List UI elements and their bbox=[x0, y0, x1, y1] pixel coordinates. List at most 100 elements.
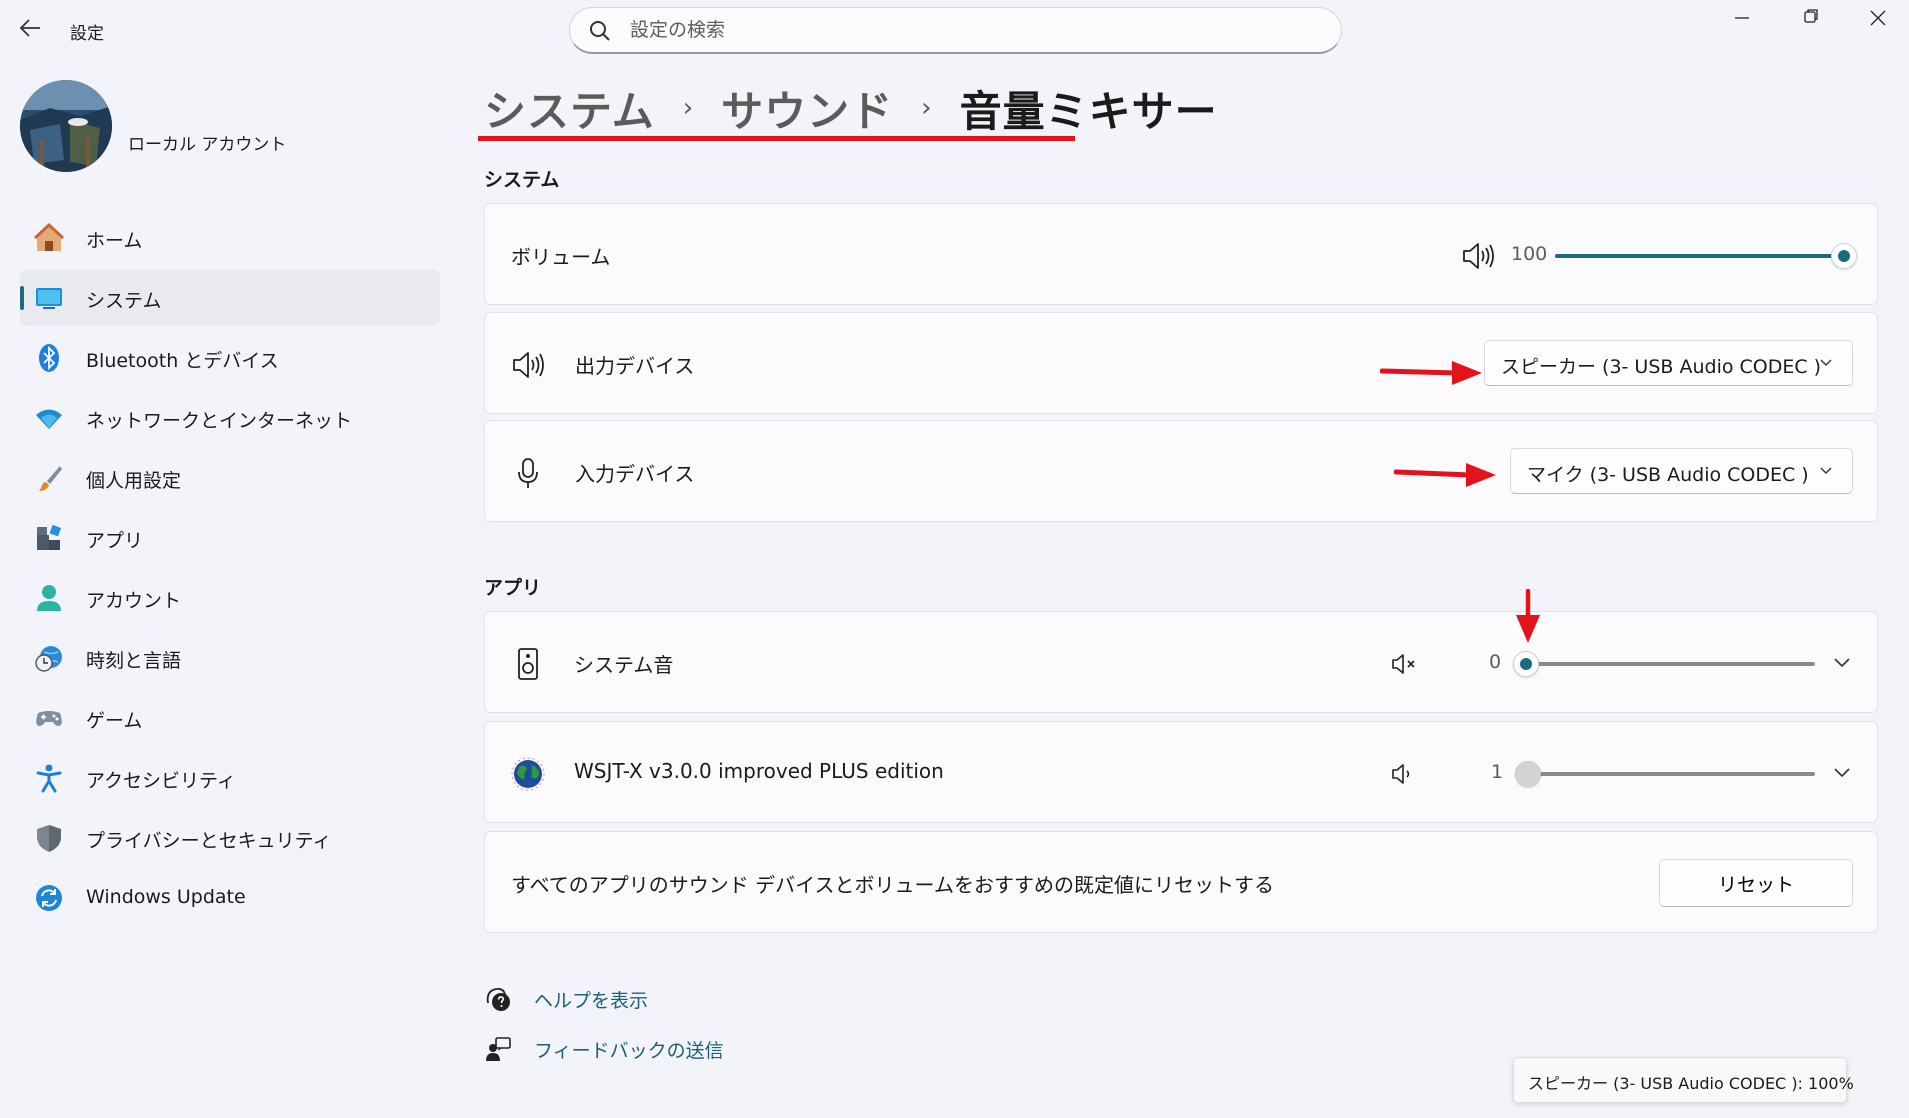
sidebar-item-accessibility[interactable]: アクセシビリティ bbox=[20, 750, 440, 806]
app-title: 設定 bbox=[70, 24, 104, 44]
sidebar-item-gaming[interactable]: ゲーム bbox=[20, 690, 440, 746]
input-device-selected: マイク (3- USB Audio CODEC ) bbox=[1527, 464, 1809, 486]
input-device-label: 入力デバイス bbox=[575, 462, 695, 486]
speaker-low-icon[interactable] bbox=[1391, 762, 1419, 786]
search-input[interactable] bbox=[630, 16, 1310, 44]
accessibility-icon bbox=[36, 764, 62, 793]
home-icon bbox=[34, 223, 64, 251]
sidebar-item-label: ネットワークとインターネット bbox=[86, 410, 353, 432]
volume-slider-thumb[interactable] bbox=[1831, 243, 1857, 269]
update-icon bbox=[36, 885, 62, 911]
help-icon bbox=[486, 987, 510, 1011]
chevron-down-icon bbox=[1820, 467, 1832, 474]
app-volume-value: 0 bbox=[1489, 651, 1502, 673]
avatar[interactable] bbox=[20, 80, 112, 172]
chevron-down-icon bbox=[1820, 359, 1832, 366]
mute-icon[interactable] bbox=[1391, 652, 1419, 676]
breadcrumb-separator: › bbox=[682, 93, 694, 123]
speaker-box-icon bbox=[518, 648, 538, 680]
help-link[interactable]: ヘルプを表示 bbox=[534, 986, 648, 1013]
back-arrow-icon bbox=[19, 19, 40, 37]
bluetooth-icon bbox=[39, 344, 59, 372]
output-device-dropdown[interactable]: スピーカー (3- USB Audio CODEC ) bbox=[1484, 340, 1853, 386]
sidebar-item-privacy[interactable]: プライバシーとセキュリティ bbox=[20, 810, 440, 866]
app-volume-slider-thumb[interactable] bbox=[1513, 651, 1539, 677]
chevron-down-icon[interactable] bbox=[1831, 762, 1853, 784]
search-box[interactable] bbox=[569, 7, 1342, 54]
sidebar-item-label: ゲーム bbox=[86, 710, 143, 732]
reset-description: すべてのアプリのサウンド デバイスとボリュームをおすすめの既定値にリセットする bbox=[511, 873, 1274, 897]
annotation-arrow bbox=[1394, 463, 1496, 487]
reset-card: すべてのアプリのサウンド デバイスとボリュームをおすすめの既定値にリセットする … bbox=[484, 831, 1878, 933]
wifi-icon bbox=[36, 409, 62, 429]
sidebar-item-accounts[interactable]: アカウント bbox=[20, 570, 440, 626]
close-icon bbox=[1870, 10, 1886, 26]
sidebar-item-apps[interactable]: アプリ bbox=[20, 510, 440, 566]
sidebar-nav: ホーム システム Bluetooth とデバイス ネットワークとインターネット … bbox=[20, 210, 440, 930]
sidebar-item-label: プライバシーとセキュリティ bbox=[86, 830, 332, 852]
annotation-underline bbox=[478, 136, 1075, 141]
profile-name: ローカル アカウント bbox=[128, 135, 287, 155]
sidebar-item-home[interactable]: ホーム bbox=[20, 210, 440, 266]
slider-track bbox=[1525, 772, 1815, 776]
app-card-wsjt-x: WSJT-X v3.0.0 improved PLUS edition 1 bbox=[484, 721, 1878, 823]
volume-card: ボリューム 100 bbox=[484, 203, 1878, 305]
sidebar-item-bluetooth[interactable]: Bluetooth とデバイス bbox=[20, 330, 440, 386]
sidebar-item-personalization[interactable]: 個人用設定 bbox=[20, 450, 440, 506]
maximize-button[interactable] bbox=[1778, 0, 1842, 36]
close-button[interactable] bbox=[1846, 0, 1909, 36]
app-volume-value: 1 bbox=[1491, 761, 1504, 783]
sidebar-item-label: 個人用設定 bbox=[86, 470, 182, 492]
speaker-icon bbox=[1463, 243, 1494, 269]
sidebar-item-label: アクセシビリティ bbox=[86, 770, 236, 792]
brush-icon bbox=[39, 466, 62, 491]
volume-tooltip: スピーカー (3- USB Audio CODEC ): 100% bbox=[1513, 1057, 1854, 1103]
sidebar-item-label: Windows Update bbox=[86, 886, 246, 908]
input-device-dropdown[interactable]: マイク (3- USB Audio CODEC ) bbox=[1510, 448, 1853, 494]
section-heading-system: システム bbox=[484, 169, 560, 191]
clock-globe-icon bbox=[35, 646, 62, 672]
speaker-icon bbox=[513, 352, 544, 378]
title-bar: 設定 bbox=[0, 0, 1909, 60]
app-volume-slider-thumb[interactable] bbox=[1515, 761, 1541, 787]
gamepad-icon bbox=[36, 711, 62, 726]
microphone-icon bbox=[518, 458, 538, 488]
sidebar-item-label: ホーム bbox=[86, 230, 143, 252]
chevron-down-icon[interactable] bbox=[1831, 652, 1853, 674]
input-device-card: 入力デバイス マイク (3- USB Audio CODEC ) bbox=[484, 420, 1878, 522]
app-name: システム音 bbox=[574, 653, 674, 677]
volume-label: ボリューム bbox=[511, 245, 611, 269]
breadcrumb-separator: › bbox=[921, 93, 932, 123]
slider-track bbox=[1525, 662, 1815, 666]
sidebar-item-network[interactable]: ネットワークとインターネット bbox=[20, 390, 440, 446]
sidebar-item-system[interactable]: システム bbox=[20, 270, 440, 326]
restore-icon bbox=[1804, 9, 1818, 23]
sidebar-item-time-language[interactable]: 時刻と言語 bbox=[20, 630, 440, 686]
output-device-selected: スピーカー (3- USB Audio CODEC ) bbox=[1501, 356, 1822, 378]
app-card-system-sounds: システム音 0 bbox=[484, 611, 1878, 713]
breadcrumb-sound[interactable]: サウンド bbox=[721, 78, 893, 139]
search-icon bbox=[590, 21, 610, 41]
volume-value: 100 bbox=[1511, 243, 1548, 265]
minimize-button[interactable] bbox=[1710, 0, 1774, 36]
avatar-photo bbox=[20, 80, 112, 172]
reset-button[interactable]: リセット bbox=[1659, 859, 1853, 907]
minimize-icon bbox=[1735, 17, 1749, 19]
breadcrumb-system[interactable]: システム bbox=[484, 78, 655, 139]
back-button[interactable] bbox=[16, 14, 44, 42]
app-name: WSJT-X v3.0.0 improved PLUS edition bbox=[574, 759, 944, 783]
sidebar-item-windows-update[interactable]: Windows Update bbox=[20, 870, 440, 926]
apps-icon bbox=[37, 524, 62, 550]
feedback-icon bbox=[486, 1037, 511, 1061]
system-icon bbox=[36, 288, 62, 309]
sidebar-item-label: アプリ bbox=[86, 530, 144, 552]
shield-icon bbox=[37, 825, 61, 852]
output-device-card: 出力デバイス スピーカー (3- USB Audio CODEC ) bbox=[484, 312, 1878, 414]
output-device-label: 出力デバイス bbox=[575, 354, 695, 378]
wsjt-globe-icon bbox=[511, 757, 545, 791]
breadcrumb: システム › サウンド › 音量ミキサー bbox=[484, 78, 1218, 138]
feedback-link[interactable]: フィードバックの送信 bbox=[534, 1036, 724, 1063]
selection-indicator bbox=[20, 286, 24, 310]
sidebar-item-label: アカウント bbox=[86, 590, 182, 612]
page-title: 音量ミキサー bbox=[959, 86, 1218, 136]
